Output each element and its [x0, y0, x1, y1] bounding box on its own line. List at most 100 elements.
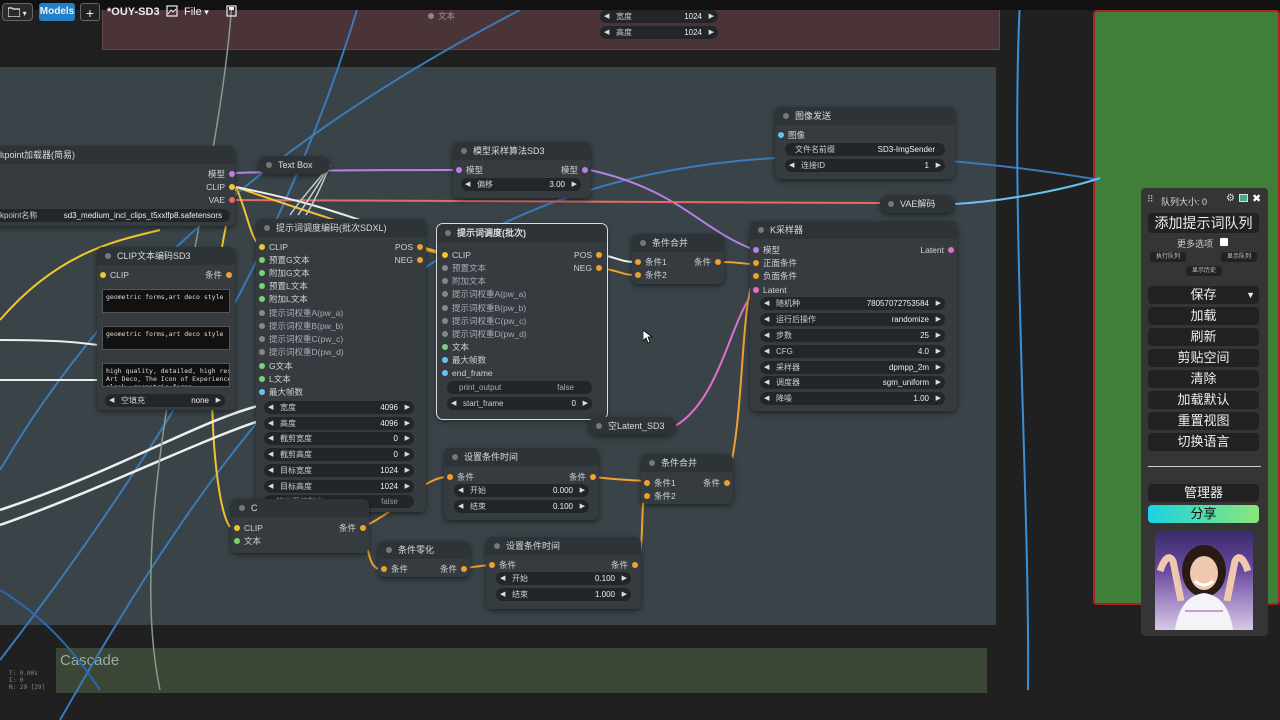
load-default-button[interactable]: 加载默认: [1148, 391, 1259, 409]
input-slot[interactable]: L文本: [259, 373, 291, 385]
node-checkpoint-loader[interactable]: kpoint加载器(简易) 模型 CLIP VAE kpoint名称 sd3_me…: [0, 146, 235, 226]
top-height-widget[interactable]: 高度 1024: [600, 26, 718, 39]
input-slot[interactable]: 提示词权重C(pw_c): [442, 315, 526, 327]
output-cond[interactable]: 条件: [569, 471, 596, 483]
filename-prefix-widget[interactable]: 文件名前缀 SD3-ImgSender: [785, 143, 945, 156]
output-latent[interactable]: Latent: [920, 244, 954, 256]
input-slot[interactable]: 预置L文本: [259, 280, 308, 292]
input-cond[interactable]: 条件: [381, 563, 408, 575]
node-text-box[interactable]: Text Box: [258, 156, 330, 174]
control-after-widget[interactable]: 运行后操作 randomize: [760, 313, 945, 326]
group-cascade[interactable]: Cascade: [56, 648, 987, 693]
node-vae-decode[interactable]: VAE解码: [880, 195, 955, 213]
top-width-widget[interactable]: 宽度 1024: [600, 10, 718, 23]
show-queue-button[interactable]: 显示队列: [1221, 252, 1257, 262]
sdxl-target-w-widget[interactable]: 目标宽度 1024: [264, 464, 414, 477]
more-options-checkbox[interactable]: [1220, 238, 1228, 246]
reset-view-button[interactable]: 重置视图: [1148, 412, 1259, 430]
input-slot[interactable]: 提示词权重D(pw_d): [442, 328, 527, 340]
sdxl-crop-h-widget[interactable]: 截剪高度 0: [264, 448, 414, 461]
node-cond-zero-out[interactable]: 条件零化 条件 条件: [378, 541, 470, 577]
end-widget[interactable]: 结束 1.000: [496, 588, 631, 601]
input-negative[interactable]: 负面条件: [753, 270, 797, 282]
share-button[interactable]: 分享: [1148, 505, 1259, 523]
input-model[interactable]: 模型: [456, 164, 483, 176]
workflow-title[interactable]: *OUY-SD3: [107, 3, 160, 21]
input-cond1[interactable]: 条件1: [635, 256, 667, 268]
image-icon[interactable]: [166, 3, 178, 21]
input-slot[interactable]: 提示词权重B(pw_b): [442, 302, 526, 314]
node-cond-combine-2[interactable]: 条件合并 条件1 条件2 条件: [641, 454, 733, 504]
sdxl-height-widget[interactable]: 高度 4096: [264, 417, 414, 430]
refresh-button[interactable]: 刷新: [1148, 328, 1259, 346]
run-queue-button[interactable]: 执行队列: [1150, 252, 1186, 262]
output-cond[interactable]: 条件: [694, 256, 721, 268]
node-prompt-schedule-sdxl[interactable]: 提示词调度编码(批次SDXL) CLIP 预置G文本 附加G文本 预置L文本 附…: [256, 219, 426, 512]
output-model[interactable]: 模型: [561, 164, 588, 176]
link-id-widget[interactable]: 连接ID 1: [785, 159, 945, 172]
steps-widget[interactable]: 步数 25: [760, 329, 945, 342]
switch-language-button[interactable]: 切换语言: [1148, 433, 1259, 451]
node-model-sampling-sd3[interactable]: 模型采样算法SD3 模型 模型 偏移 3.00: [453, 142, 591, 198]
start-frame-widget[interactable]: start_frame 0: [447, 397, 592, 410]
output-cond[interactable]: 条件: [339, 522, 366, 534]
input-clip[interactable]: CLIP: [100, 269, 129, 281]
input-slot[interactable]: 最大帧数: [259, 386, 303, 398]
output-pos[interactable]: POS: [395, 241, 423, 253]
input-slot[interactable]: 预置G文本: [259, 254, 310, 266]
node-cond-combine-1[interactable]: 条件合并 条件1 条件2 条件: [632, 234, 724, 284]
input-cond[interactable]: 条件: [447, 471, 474, 483]
output-cond[interactable]: 条件: [205, 269, 232, 281]
sdxl-width-widget[interactable]: 宽度 4096: [264, 401, 414, 414]
input-slot[interactable]: 附加L文本: [259, 293, 308, 305]
scheduler-widget[interactable]: 调度器 sgm_uniform: [760, 376, 945, 389]
save-dropdown-icon[interactable]: ▼: [1246, 286, 1255, 304]
start-widget[interactable]: 开始 0.000: [454, 484, 589, 497]
save-file-icon[interactable]: [226, 3, 237, 21]
input-text[interactable]: 文本: [234, 535, 261, 547]
load-button[interactable]: 加载: [1148, 307, 1259, 325]
input-slot[interactable]: 附加G文本: [259, 267, 310, 279]
sampler-widget[interactable]: 采样器 dpmpp_2m: [760, 361, 945, 374]
shift-widget[interactable]: 偏移 3.00: [461, 178, 581, 191]
output-model[interactable]: 模型: [208, 168, 235, 180]
output-neg[interactable]: NEG: [395, 254, 423, 266]
node-empty-latent-sd3[interactable]: 空Latent_SD3: [588, 417, 676, 435]
node-ksampler[interactable]: K采样器 模型 正面条件 负面条件 Latent Latent 随机种 78057…: [750, 221, 957, 411]
input-cond[interactable]: 条件: [489, 559, 516, 571]
clip-text-t5[interactable]: high quality, detailed, high resolution,…: [102, 363, 230, 387]
output-pos[interactable]: POS: [574, 249, 602, 261]
node-set-cond-time-1[interactable]: 设置条件时间 条件 条件 开始 0.000 结束 0.100: [444, 448, 599, 520]
input-slot[interactable]: CLIP: [259, 241, 288, 253]
models-button[interactable]: Models: [39, 3, 75, 21]
ckpt-name-widget[interactable]: kpoint名称 sd3_medium_incl_clips_t5xxlfp8.s…: [0, 209, 230, 222]
empty-padding-widget[interactable]: 空填充 none: [105, 394, 225, 407]
input-slot[interactable]: 提示词权重A(pw_a): [259, 307, 343, 319]
seed-widget[interactable]: 随机种 78057072753584: [760, 297, 945, 310]
clip-text-l[interactable]: geometric forms,art deco style: [102, 326, 230, 350]
sdxl-crop-w-widget[interactable]: 截剪宽度 0: [264, 432, 414, 445]
input-clip[interactable]: CLIP: [234, 522, 263, 534]
add-prompt-queue-button[interactable]: 添加提示词队列: [1148, 213, 1259, 233]
print-output-toggle[interactable]: print_output false: [447, 381, 592, 394]
clear-button[interactable]: 清除: [1148, 370, 1259, 388]
input-latent[interactable]: Latent: [753, 284, 787, 296]
cfg-widget[interactable]: CFG 4.0: [760, 345, 945, 358]
gear-icon[interactable]: ⚙: [1226, 193, 1235, 204]
input-image[interactable]: 图像: [778, 129, 805, 141]
input-cond2[interactable]: 条件2: [635, 269, 667, 281]
manager-button[interactable]: 管理器: [1148, 484, 1259, 502]
input-slot[interactable]: CLIP: [442, 249, 471, 261]
output-cond[interactable]: 条件: [440, 563, 467, 575]
folder-menu-button[interactable]: ▾: [2, 3, 33, 21]
input-slot[interactable]: end_frame: [442, 367, 493, 379]
node-prompt-schedule-batch[interactable]: 提示词调度(批次) CLIP 预置文本 附加文本 提示词权重A(pw_a) 提示…: [436, 223, 608, 420]
show-history-button[interactable]: 显示历史: [1186, 266, 1222, 276]
output-vae[interactable]: VAE: [209, 194, 235, 206]
sdxl-target-h-widget[interactable]: 目标高度 1024: [264, 480, 414, 493]
node-clip-encode-sd3[interactable]: CLIP文本编码SD3 CLIP 条件 geometric forms,art …: [97, 247, 235, 410]
start-widget[interactable]: 开始 0.100: [496, 572, 631, 585]
input-cond1[interactable]: 条件1: [644, 477, 676, 489]
end-widget[interactable]: 结束 0.100: [454, 500, 589, 513]
input-positive[interactable]: 正面条件: [753, 257, 797, 269]
